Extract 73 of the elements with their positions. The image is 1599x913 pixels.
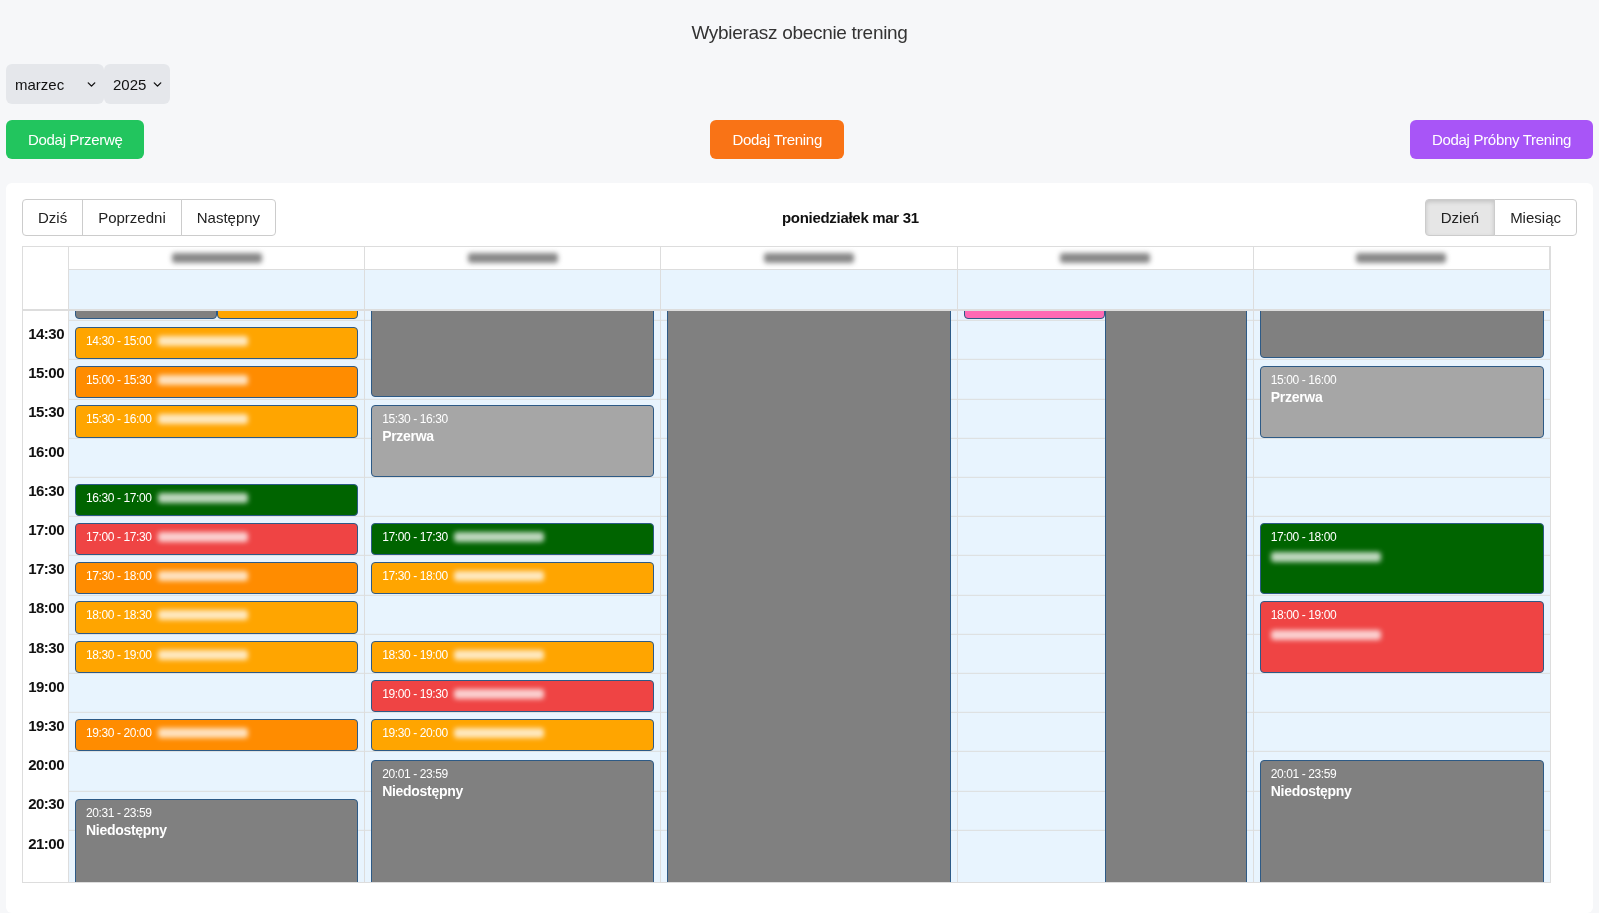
event-time: 18:00 - 19:00 xyxy=(1270,608,1337,623)
time-label: 21:00 xyxy=(28,834,64,852)
time-label: 16:30 xyxy=(28,481,64,499)
time-label: 19:00 xyxy=(28,677,64,695)
page-heading: Wybierasz obecnie trening xyxy=(690,22,909,45)
time-label: 20:00 xyxy=(28,756,64,774)
event-time: 19:00 - 19:30 xyxy=(382,686,448,701)
nav-button[interactable]: Następny xyxy=(180,199,277,236)
time-label: 18:30 xyxy=(28,638,64,656)
event-time: 17:00 - 17:30 xyxy=(86,530,152,544)
calendar-event[interactable]: 17:00 - 18:00 xyxy=(1259,523,1544,595)
calendar-event[interactable]: 19:00 - 19:30 xyxy=(371,679,655,712)
calendar-event[interactable]: 15:30 - 16:00 xyxy=(75,405,359,438)
calendar-event[interactable]: 19:30 - 20:00 xyxy=(371,719,655,752)
calendar-event[interactable]: 16:30 - 17:00 xyxy=(75,483,359,516)
calendar-event[interactable]: 17:00 - 17:30 xyxy=(371,523,655,556)
event-time: 18:00 - 18:30 xyxy=(86,608,152,623)
calendar-event[interactable]: 17:00 - 17:30 xyxy=(75,523,359,556)
event-time: 18:30 - 19:00 xyxy=(86,647,152,662)
calendar-event[interactable]: 20:31 - 23:59 Niedostępny xyxy=(75,798,359,882)
event-time: 20:01 - 23:59 xyxy=(1270,766,1337,781)
calendar-event[interactable]: 18:30 - 19:00 xyxy=(75,640,359,673)
calendar-event[interactable]: 15:00 - 16:00 Przerwa xyxy=(1259,366,1544,438)
action-button[interactable]: Dodaj Próbny Trening xyxy=(1409,120,1593,159)
time-label: 15:30 xyxy=(28,403,64,421)
event-time: 15:30 - 16:00 xyxy=(86,412,152,427)
event-time: 17:00 - 17:30 xyxy=(382,530,448,544)
nav-button[interactable]: Dziś xyxy=(22,199,84,236)
time-label: 19:30 xyxy=(28,717,64,734)
action-button[interactable]: Dodaj Trening xyxy=(710,120,844,159)
month-select[interactable]: marzec xyxy=(6,64,104,104)
event-time: 17:30 - 18:00 xyxy=(86,569,152,584)
time-label: 17:00 xyxy=(28,521,64,538)
date-title: poniedziałek mar 31 xyxy=(782,209,919,226)
calendar-event[interactable]: 20:01 - 23:59 Niedostępny xyxy=(1259,759,1544,882)
calendar-event[interactable]: 18:30 - 19:00 xyxy=(371,640,655,673)
event-time: 19:30 - 20:00 xyxy=(86,726,152,740)
event-time: 16:30 - 17:00 xyxy=(86,490,152,505)
calendar-event[interactable]: 18:00 - 19:00 xyxy=(1259,601,1544,673)
event-time: 17:30 - 18:00 xyxy=(382,569,448,584)
time-label: 15:00 xyxy=(28,364,64,382)
calendar-event[interactable]: 18:00 - 18:30 xyxy=(75,601,359,634)
nav-button[interactable]: Poprzedni xyxy=(82,199,182,236)
event-time: 15:30 - 16:30 xyxy=(382,412,448,427)
calendar-event[interactable]: 19:30 - 20:00 xyxy=(75,719,359,752)
event-time: 17:00 - 18:00 xyxy=(1270,530,1337,544)
event-time: 15:00 - 16:00 xyxy=(1270,373,1337,388)
view-button[interactable]: Dzień xyxy=(1424,199,1496,236)
calendar-event[interactable]: 14:30 - 15:00 xyxy=(75,327,359,360)
calendar-event[interactable]: 20:01 - 23:59 Niedostępny xyxy=(371,759,655,882)
time-label: 20:30 xyxy=(28,795,64,813)
action-button[interactable]: Dodaj Przerwę xyxy=(6,120,145,159)
event-title: Niedostępny xyxy=(382,782,464,799)
event-title: Niedostępny xyxy=(1270,782,1353,799)
event-time: 19:30 - 20:00 xyxy=(382,726,448,740)
event-time: 15:00 - 15:30 xyxy=(86,373,152,388)
calendar-event[interactable]: 17:30 - 18:00 xyxy=(75,562,359,595)
event-time: 14:30 - 15:00 xyxy=(86,334,152,348)
time-label: 16:00 xyxy=(28,442,64,460)
event-title: Przerwa xyxy=(1270,389,1324,406)
time-label: 14:30 xyxy=(28,325,64,342)
view-button[interactable]: Miesiąc xyxy=(1494,199,1577,236)
calendar-event[interactable]: 15:00 - 15:30 xyxy=(75,366,359,399)
event-title: Przerwa xyxy=(382,428,435,445)
event-time: 20:01 - 23:59 xyxy=(382,766,448,781)
calendar-event[interactable]: 17:30 - 18:00 xyxy=(371,562,655,595)
time-label: 17:30 xyxy=(28,560,64,578)
event-title: Niedostępny xyxy=(86,821,168,838)
calendar-event[interactable]: 15:30 - 16:30 Przerwa xyxy=(371,405,655,477)
event-time: 20:31 - 23:59 xyxy=(86,805,152,820)
event-time: 18:30 - 19:00 xyxy=(382,647,448,662)
time-label: 18:00 xyxy=(28,599,64,617)
year-select[interactable]: 2025 xyxy=(104,64,170,104)
